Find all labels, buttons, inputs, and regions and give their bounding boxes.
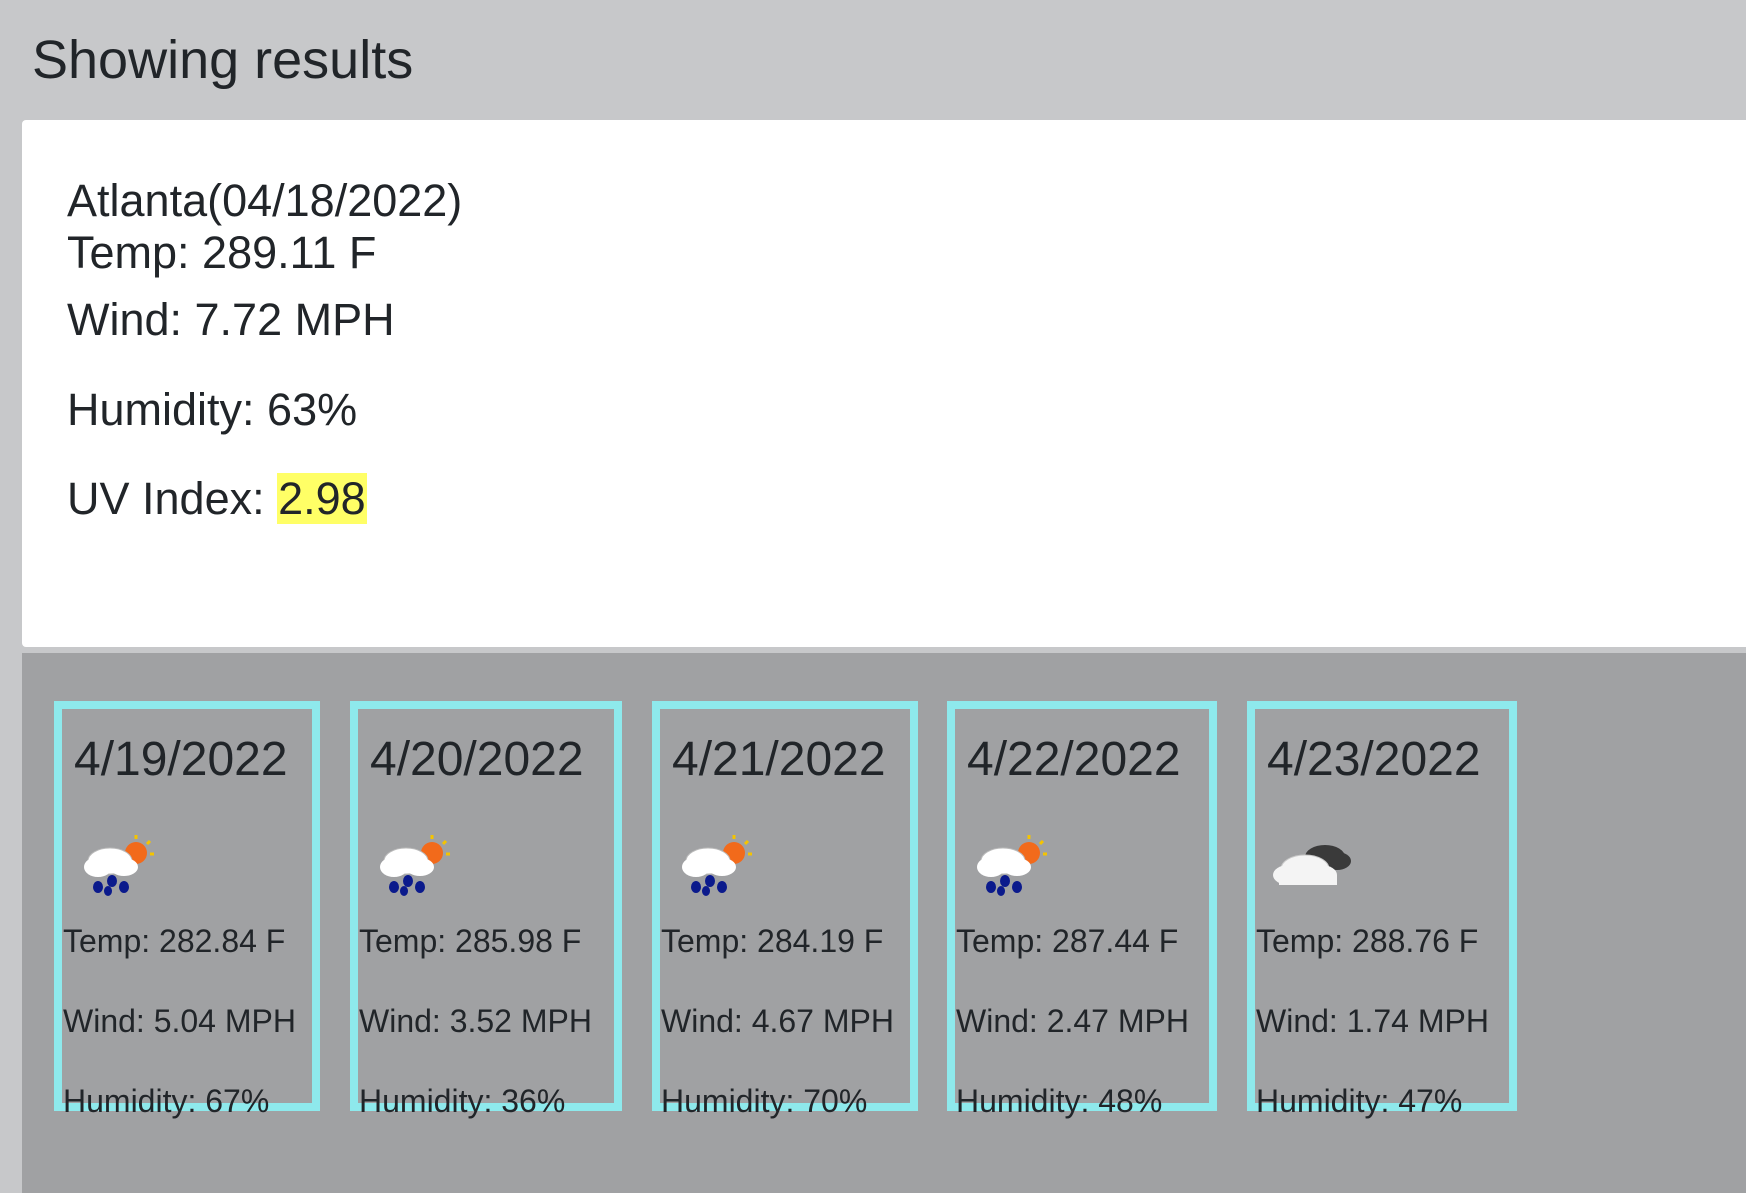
forecast-card: 4/20/2022 Temp: 285.98 F Wind: 3.52 MPH … — [350, 701, 622, 1119]
forecast-date: 4/20/2022 — [370, 733, 584, 786]
forecast-card: 4/21/2022 Temp: 284.19 F Wind: 4.67 MPH … — [652, 701, 918, 1119]
rain-sun-icon — [84, 835, 154, 896]
forecast-card: 4/22/2022 Temp: 287.44 F Wind: 2.47 MPH … — [947, 701, 1217, 1119]
forecast-card: 4/19/2022 Temp: 282.84 F Wind: 5.04 MPH … — [54, 701, 320, 1119]
cloudy-icon — [1273, 845, 1351, 885]
current-humidity: Humidity: 63% — [67, 384, 358, 435]
city-date-title: Atlanta(04/18/2022) — [67, 175, 463, 226]
forecast-wind: Wind: 4.67 MPH — [661, 1003, 894, 1039]
current-wind: Wind: 7.72 MPH — [67, 294, 395, 345]
rain-sun-icon — [380, 835, 450, 896]
forecast-wind: Wind: 5.04 MPH — [63, 1003, 296, 1039]
forecast-temp: Temp: 284.19 F — [661, 923, 884, 959]
current-uv-index: UV Index: 2.98 — [67, 470, 367, 528]
forecast-humidity: Humidity: 48% — [956, 1083, 1163, 1119]
current-weather-card: Atlanta(04/18/2022) Temp: 289.11 F Wind:… — [22, 120, 1746, 647]
forecast-date: 4/23/2022 — [1267, 733, 1481, 786]
forecast-section: 4/19/2022 Temp: 282.84 F Wind: 5.04 MPH … — [22, 653, 1746, 1193]
current-temp: Temp: 289.11 F — [67, 227, 377, 278]
forecast-date: 4/22/2022 — [967, 733, 1181, 786]
forecast-temp: Temp: 288.76 F — [1256, 923, 1479, 959]
forecast-wind: Wind: 1.74 MPH — [1256, 1003, 1489, 1039]
forecast-humidity: Humidity: 36% — [359, 1083, 566, 1119]
rain-sun-icon — [682, 835, 752, 896]
forecast-humidity: Humidity: 47% — [1256, 1083, 1463, 1119]
forecast-temp: Temp: 287.44 F — [956, 923, 1179, 959]
forecast-temp: Temp: 285.98 F — [359, 923, 582, 959]
forecast-temp: Temp: 282.84 F — [63, 923, 286, 959]
forecast-humidity: Humidity: 67% — [63, 1083, 270, 1119]
forecast-wind: Wind: 3.52 MPH — [359, 1003, 592, 1039]
forecast-date: 4/19/2022 — [74, 733, 288, 786]
uv-index-value: 2.98 — [277, 473, 367, 524]
forecast-date: 4/21/2022 — [672, 733, 886, 786]
rain-sun-icon — [977, 835, 1047, 896]
uv-index-label: UV Index: — [67, 473, 278, 524]
results-heading: Showing results — [32, 30, 414, 90]
forecast-wind: Wind: 2.47 MPH — [956, 1003, 1189, 1039]
forecast-humidity: Humidity: 70% — [661, 1083, 868, 1119]
forecast-card: 4/23/2022 Temp: 288.76 F Wind: 1.74 MPH … — [1247, 701, 1517, 1119]
